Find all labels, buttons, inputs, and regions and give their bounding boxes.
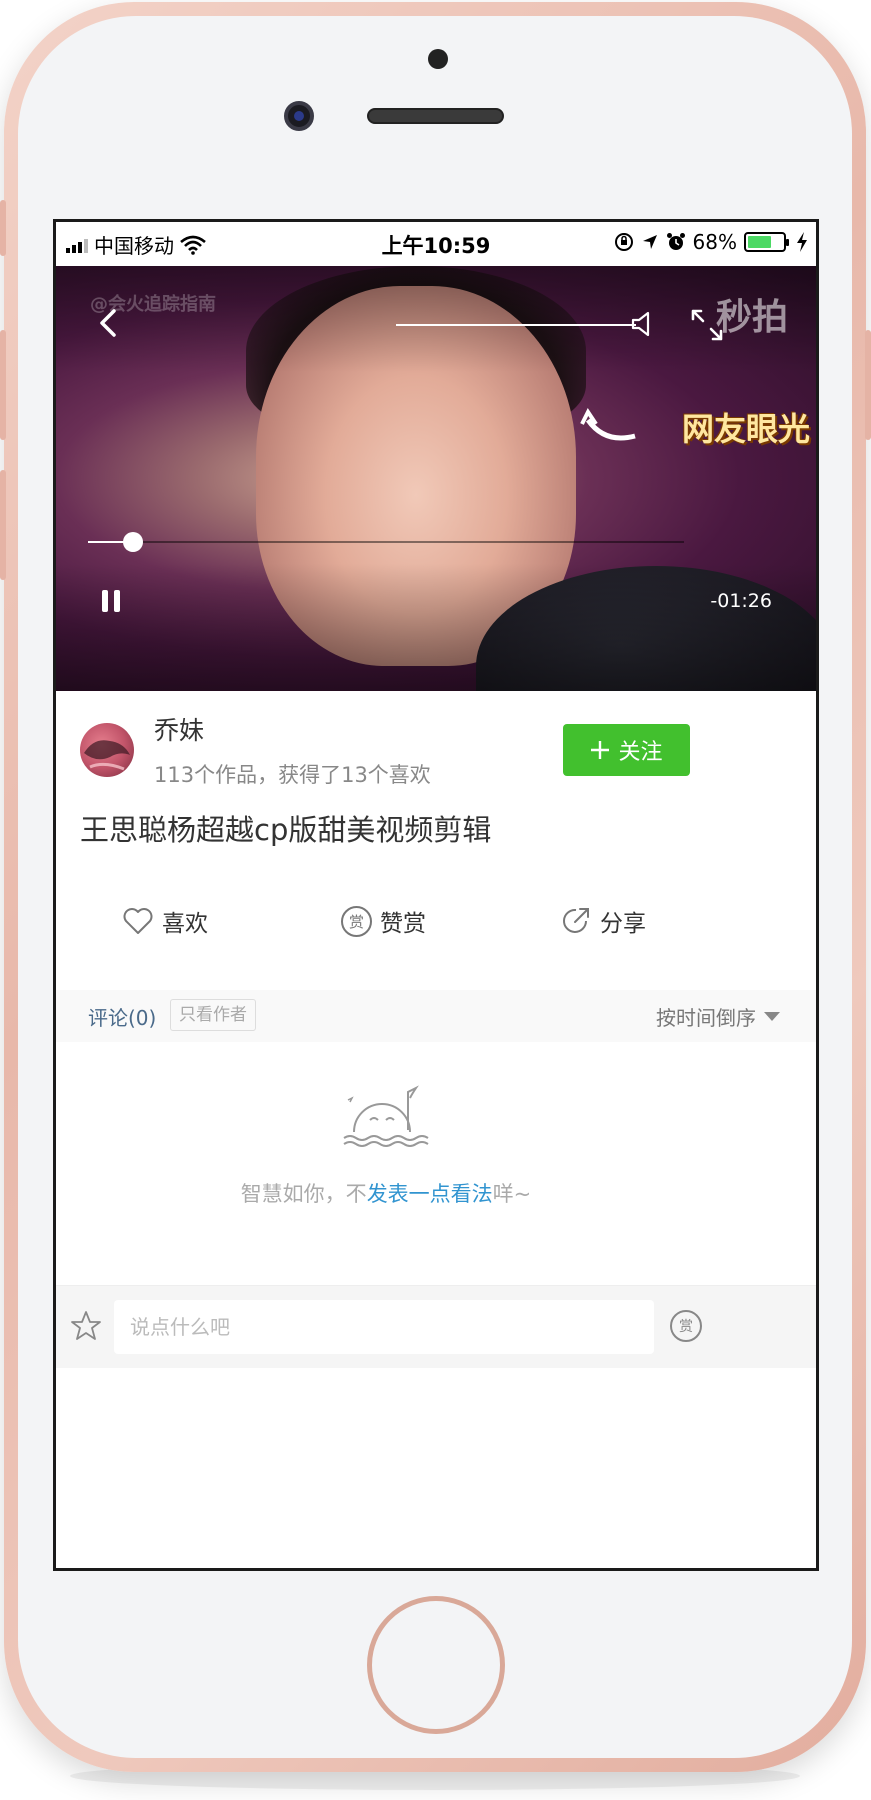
author-stats: 113个作品，获得了13个喜欢 (154, 763, 431, 787)
plus-icon (591, 741, 610, 759)
follow-button[interactable]: 关注 (563, 724, 690, 776)
like-button[interactable]: 喜欢 (122, 904, 208, 938)
action-bar: 喜欢 赏 赞赏 分享 (56, 882, 816, 962)
heart-icon (123, 908, 153, 934)
volume-slider[interactable] (396, 324, 636, 326)
back-icon[interactable] (94, 308, 124, 338)
write-comment-link[interactable]: 发表一点看法 (367, 1182, 493, 1206)
front-camera (284, 101, 314, 131)
battery-icon (744, 232, 789, 252)
orientation-lock-icon (614, 233, 633, 251)
author-avatar[interactable] (80, 723, 134, 777)
time-remaining: -01:26 (710, 590, 772, 612)
empty-prefix: 智慧如你，不 (240, 1182, 367, 1206)
mute-switch (0, 200, 6, 256)
video-overlay-caption: 网友眼光 (681, 410, 810, 448)
comment-bar: 赏 (56, 1285, 816, 1368)
status-bar: 中国移动 上午10:59 68% (56, 222, 816, 266)
proximity-sensor (428, 49, 448, 69)
post-title: 王思聪杨超越cp版甜美视频剪辑 (80, 813, 492, 847)
overlay-arrow-icon (580, 408, 636, 441)
reward-button[interactable]: 赏 赞赏 (341, 904, 426, 938)
empty-suffix: 咩~ (492, 1182, 532, 1206)
follow-label: 关注 (618, 740, 663, 765)
pause-icon[interactable] (100, 590, 122, 612)
comments-count[interactable]: 评论(0) (88, 1002, 156, 1031)
share-icon (563, 908, 589, 933)
reward-icon-button[interactable]: 赏 (670, 1310, 702, 1342)
fullscreen-icon[interactable] (690, 308, 724, 342)
earpiece-speaker (367, 108, 504, 124)
battery-percent: 68% (692, 230, 737, 254)
reward-label: 赞赏 (380, 911, 426, 937)
location-icon (642, 235, 657, 249)
home-button[interactable] (367, 1596, 505, 1734)
reward-icon: 赏 (341, 905, 372, 937)
empty-comments-illustration (343, 1085, 429, 1147)
sort-dropdown[interactable]: 按时间倒序 (656, 1002, 780, 1031)
share-button[interactable]: 分享 (560, 904, 646, 938)
comment-input[interactable] (114, 1300, 654, 1354)
volume-icon[interactable] (630, 310, 656, 338)
charging-icon (797, 232, 807, 252)
author-only-filter[interactable]: 只看作者 (170, 999, 256, 1031)
sort-label: 按时间倒序 (656, 1006, 756, 1030)
comments-header: 评论(0) 只看作者 按时间倒序 (56, 990, 816, 1042)
author-name[interactable]: 乔妹 (154, 711, 204, 747)
like-label: 喜欢 (162, 911, 208, 937)
progress-track[interactable] (88, 541, 684, 543)
video-player[interactable]: @会火追踪指南 秒拍 网友眼光 -01:26 (56, 266, 816, 691)
caret-down-icon (764, 1012, 780, 1021)
star-icon[interactable] (70, 1310, 102, 1342)
volume-down-button (0, 470, 6, 580)
progress-handle[interactable] (122, 532, 143, 552)
share-label: 分享 (600, 911, 646, 937)
alarm-icon (666, 233, 685, 250)
video-watermark-right: 秒拍 (715, 297, 788, 338)
author-row: 乔妹 113个作品，获得了13个喜欢 关注 (56, 691, 816, 811)
power-button (865, 330, 871, 440)
app-screen: 中国移动 上午10:59 68% @会火追踪指南 秒拍 网友眼光 -01:26 … (53, 219, 819, 1571)
empty-comments-text: 智慧如你，不发表一点看法咩~ (56, 1178, 716, 1208)
volume-up-button (0, 330, 6, 440)
